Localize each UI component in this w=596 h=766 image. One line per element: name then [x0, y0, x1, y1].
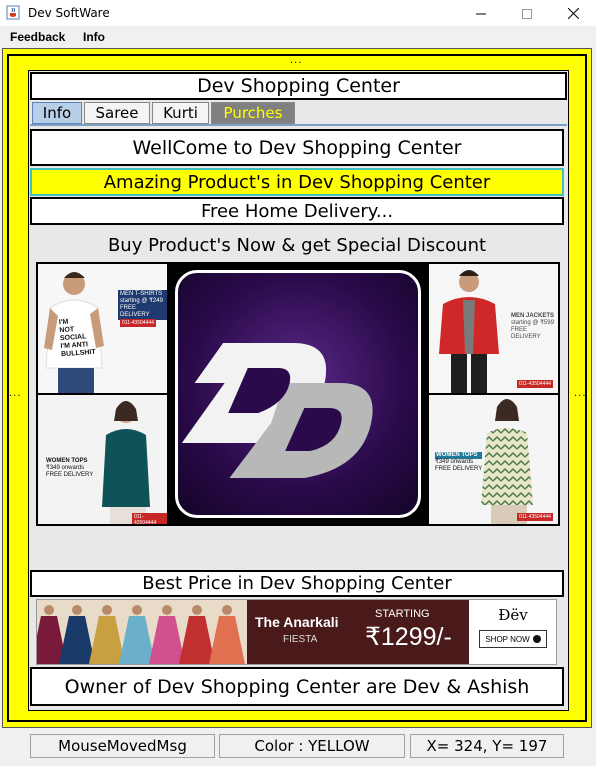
status-message: MouseMovedMsg — [30, 734, 215, 758]
tab-saree[interactable]: Saree — [84, 102, 150, 124]
badge-line: MEN T-SHIRTS — [120, 291, 163, 297]
close-button[interactable] — [550, 0, 596, 26]
badge-line: ₹349 onwards — [46, 465, 85, 471]
badge-women-top-1: WOMEN TOPS ₹349 onwards FREE DELIVERY — [44, 457, 95, 480]
maximize-icon — [522, 4, 532, 23]
minimize-icon — [476, 4, 486, 23]
badge-line: FREE DELIVERY — [120, 305, 150, 318]
ad-brand-area: Đëv SHOP NOW — [469, 600, 556, 664]
java-cup-icon — [6, 5, 20, 20]
badge-line: MEN JACKETS — [511, 313, 555, 319]
phone-label: 011-43504444 — [132, 513, 167, 524]
badge-line: FREE DELIVERY — [435, 466, 483, 472]
tab-info[interactable]: Info — [32, 102, 82, 124]
delivery-banner: Free Home Delivery... — [30, 197, 564, 225]
badge-line: WOMEN TOPS — [435, 452, 483, 459]
page-title: Dev Shopping Center — [30, 72, 567, 100]
badge-men-jacket: MEN JACKETS starting @ ₹599 FREE DELIVER… — [509, 312, 558, 342]
ad-price: ₹1299/- — [365, 623, 452, 651]
west-dots: ... — [9, 388, 22, 399]
welcome-banner: WellCome to Dev Shopping Center — [30, 129, 564, 166]
arrow-right-icon — [532, 635, 541, 643]
north-dots: ... — [290, 55, 303, 66]
anarkali-ad-banner[interactable]: The Anarkali FIESTA STARTING ₹1299/- Đëv… — [36, 599, 557, 665]
product-tile-women-top-2[interactable]: WOMEN TOPS ₹349 onwards FREE DELIVERY 01… — [429, 395, 558, 524]
shop-now-button[interactable]: SHOP NOW — [479, 630, 547, 648]
ad-brand: Đëv — [498, 606, 528, 624]
maximize-button[interactable] — [504, 0, 550, 26]
badge-line: FREE DELIVERY — [511, 327, 541, 340]
south-dots: ... — [290, 714, 303, 725]
phone-label: 011-43504444 — [120, 319, 156, 327]
tab-underline — [30, 124, 567, 126]
east-dots: ... — [574, 388, 587, 399]
anarkali-models-image — [37, 600, 247, 664]
product-tile-women-top-1[interactable]: WOMEN TOPS ₹349 onwards FREE DELIVERY 01… — [38, 395, 167, 524]
badge-line: WOMEN TOPS — [46, 458, 88, 464]
ad-subtitle: FIESTA — [283, 634, 318, 645]
dd-logo-icon — [175, 270, 421, 518]
badge-men-tshirt: MEN T-SHIRTS starting @ ₹249 FREE DELIVE… — [118, 290, 167, 320]
tab-kurti[interactable]: Kurti — [152, 102, 209, 124]
status-coordinates: X= 324, Y= 197 — [410, 734, 564, 758]
product-tile-men-jacket[interactable]: MEN JACKETS starting @ ₹599 FREE DELIVER… — [429, 264, 558, 393]
discount-text: Buy Product's Now & get Special Discount — [107, 234, 487, 256]
product-tile-men-tshirt[interactable]: I'M NOT SOCIAL I'M ANTI BULLSHIT MEN T-S… — [38, 264, 167, 393]
phone-label: 011-43504444 — [517, 380, 553, 388]
tshirt-model-image — [44, 272, 104, 393]
product-gallery: I'M NOT SOCIAL I'M ANTI BULLSHIT MEN T-S… — [36, 262, 560, 526]
ad-title: The Anarkali — [255, 614, 339, 630]
tab-purches[interactable]: Purches — [211, 102, 295, 124]
status-color: Color : YELLOW — [219, 734, 405, 758]
amazing-banner: Amazing Product's in Dev Shopping Center — [30, 168, 564, 196]
window-title: Dev SoftWare — [28, 6, 110, 20]
menu-feedback[interactable]: Feedback — [10, 30, 65, 44]
phone-label: 011-43504444 — [517, 513, 553, 521]
ad-starting: STARTING — [375, 608, 430, 620]
badge-line: ₹349 onwards — [435, 459, 474, 465]
badge-women-top-2: WOMEN TOPS ₹349 onwards FREE DELIVERY — [433, 451, 484, 474]
title-bar: Dev SoftWare — [0, 0, 596, 26]
status-bar: MouseMovedMsg Color : YELLOW X= 324, Y= … — [0, 728, 596, 766]
menu-info[interactable]: Info — [83, 30, 105, 44]
owner-banner: Owner of Dev Shopping Center are Dev & A… — [30, 667, 564, 706]
shop-now-label: SHOP NOW — [485, 634, 530, 644]
logo-tile — [169, 264, 427, 524]
minimize-button[interactable] — [458, 0, 504, 26]
menu-bar: Feedback Info — [0, 26, 596, 48]
close-icon — [567, 4, 579, 23]
badge-line: starting @ ₹249 — [120, 298, 163, 304]
badge-line: starting @ ₹599 — [511, 320, 554, 326]
anarkali-ad-text-area: The Anarkali FIESTA STARTING ₹1299/- — [247, 600, 469, 664]
best-price-banner: Best Price in Dev Shopping Center — [30, 570, 564, 597]
badge-line: FREE DELIVERY — [46, 472, 94, 478]
